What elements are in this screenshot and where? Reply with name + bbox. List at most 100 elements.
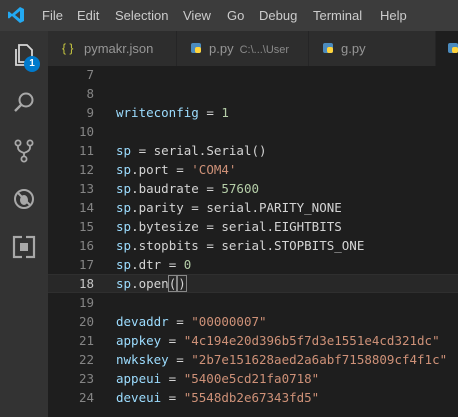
code-token: deveui	[116, 390, 162, 405]
code-token: "00000007"	[191, 314, 267, 329]
line-number: 9	[86, 105, 94, 120]
code-line[interactable]: 16 sp.stopbits = serial.STOPBITS_ONE	[48, 236, 458, 255]
code-token: sp	[116, 181, 132, 196]
code-text: sp.bytesize = serial.EIGHTBITS	[116, 217, 342, 236]
code-text: devaddr = "00000007"	[116, 312, 267, 331]
code-line[interactable]: 21 appkey = "4c194e20d396b5f7d3e1551e4cd3…	[48, 331, 458, 350]
tab-path: C:\...\User	[239, 44, 290, 56]
line-number: 8	[86, 86, 94, 101]
tab-p-py[interactable]: p.py C:\...\User	[177, 31, 309, 66]
activity-bar: 1	[0, 31, 48, 417]
code-token: 57600	[221, 181, 260, 196]
line-number: 18	[78, 276, 94, 291]
code-token: 1	[221, 105, 229, 120]
code-token: .dtr =	[131, 257, 184, 272]
code-token: "4c194e20d396b5f7d3e1551e4cd321dc"	[183, 333, 440, 348]
explorer-button[interactable]: 1	[0, 31, 48, 79]
code-line[interactable]: 20 devaddr = "00000007"	[48, 312, 458, 331]
code-token: .baudrate =	[131, 181, 222, 196]
tab-g-py[interactable]: g.py	[309, 31, 436, 66]
code-text: writeconfig = 1	[116, 103, 229, 122]
code-line[interactable]: 19	[48, 293, 458, 312]
search-button[interactable]	[0, 79, 48, 127]
code-text: appeui = "5400e5cd21fa0718"	[116, 369, 319, 388]
code-text: sp.stopbits = serial.STOPBITS_ONE	[116, 236, 364, 255]
code-token: sp	[116, 143, 132, 158]
code-token: =	[161, 333, 184, 348]
code-token: .port =	[131, 162, 192, 177]
menu-selection[interactable]: Selection	[115, 0, 168, 31]
code-token: writeconfig	[116, 105, 199, 120]
tab-active[interactable]	[436, 31, 458, 66]
source-control-button[interactable]	[0, 127, 48, 175]
code-token: "2b7e151628aed2a6abf7158809cf4f1c"	[191, 352, 448, 367]
code-line[interactable]: 7	[48, 65, 458, 84]
code-line-current[interactable]: 18 sp.open()	[48, 274, 458, 293]
code-token: sp	[116, 238, 132, 253]
code-line[interactable]: 14 sp.parity = serial.PARITY_NONE	[48, 198, 458, 217]
menu-debug[interactable]: Debug	[259, 0, 297, 31]
line-number: 24	[78, 390, 94, 405]
python-file-icon	[448, 31, 458, 66]
code-token: sp	[116, 276, 132, 291]
menu-go[interactable]: Go	[227, 0, 244, 31]
menu-edit[interactable]: Edit	[77, 0, 99, 31]
extensions-button[interactable]	[0, 223, 48, 271]
code-token: sp	[116, 219, 132, 234]
code-token: sp	[116, 257, 132, 272]
code-text: deveui = "5548db2e67343fd5"	[116, 388, 319, 407]
code-token: =	[168, 314, 192, 329]
line-number: 11	[78, 143, 94, 158]
code-line[interactable]: 24 deveui = "5548db2e67343fd5"	[48, 388, 458, 407]
line-number: 17	[78, 257, 94, 272]
debug-icon	[14, 189, 34, 209]
code-token: .open	[131, 276, 169, 291]
line-number: 12	[78, 162, 94, 177]
code-editor[interactable]: 7 8 9 writeconfig = 1 10 11 sp = serial.Serial…	[48, 66, 458, 417]
code-token: "5548db2e67343fd5"	[183, 390, 320, 405]
code-line[interactable]: 11 sp = serial.Serial()	[48, 141, 458, 160]
code-line[interactable]: 15 sp.bytesize = serial.EIGHTBITS	[48, 217, 458, 236]
explorer-badge: 1	[24, 56, 40, 72]
code-line[interactable]: 23 appeui = "5400e5cd21fa0718"	[48, 369, 458, 388]
code-text: nwkskey = "2b7e151628aed2a6abf7158809cf4…	[116, 350, 447, 369]
code-line[interactable]: 22 nwkskey = "2b7e151628aed2a6abf7158809c…	[48, 350, 458, 369]
code-token: devaddr	[116, 314, 169, 329]
code-line[interactable]: 17 sp.dtr = 0	[48, 255, 458, 274]
menu-help[interactable]: Help	[380, 0, 407, 31]
code-token: =	[168, 352, 192, 367]
code-text: sp.port = 'COM4'	[116, 160, 236, 179]
menu-terminal[interactable]: Terminal	[313, 0, 362, 31]
code-token: "5400e5cd21fa0718"	[183, 371, 320, 386]
tab-pymakr-json[interactable]: { } pymakr.json	[48, 31, 177, 66]
code-token: 0	[183, 257, 192, 272]
menu-view[interactable]: View	[183, 0, 211, 31]
code-line[interactable]: 13 sp.baudrate = 57600	[48, 179, 458, 198]
code-token: 'COM4'	[191, 162, 237, 177]
tab-label: p.py	[209, 41, 234, 56]
code-token: =	[161, 390, 184, 405]
code-line[interactable]: 8	[48, 84, 458, 103]
code-token: = serial.Serial()	[131, 143, 267, 158]
code-token: appkey	[116, 333, 162, 348]
line-number: 13	[78, 181, 94, 196]
line-number: 19	[78, 295, 94, 310]
line-number: 7	[86, 67, 94, 82]
code-token: .parity = serial.PARITY_NONE	[131, 200, 342, 215]
menu-file[interactable]: File	[42, 0, 63, 31]
debug-button[interactable]	[0, 175, 48, 223]
code-token: =	[198, 105, 222, 120]
code-text: sp.dtr = 0	[116, 255, 191, 274]
code-text: appkey = "4c194e20d396b5f7d3e1551e4cd321…	[116, 331, 440, 350]
line-number: 16	[78, 238, 94, 253]
line-number: 22	[78, 352, 94, 367]
code-line[interactable]: 10	[48, 122, 458, 141]
code-token: sp	[116, 200, 132, 215]
code-token: .bytesize = serial.EIGHTBITS	[131, 219, 342, 234]
code-line[interactable]: 12 sp.port = 'COM4'	[48, 160, 458, 179]
code-line[interactable]: 9 writeconfig = 1	[48, 103, 458, 122]
line-number: 21	[78, 333, 94, 348]
code-token: )	[177, 275, 187, 292]
code-token: sp	[116, 162, 132, 177]
search-icon	[14, 92, 34, 112]
